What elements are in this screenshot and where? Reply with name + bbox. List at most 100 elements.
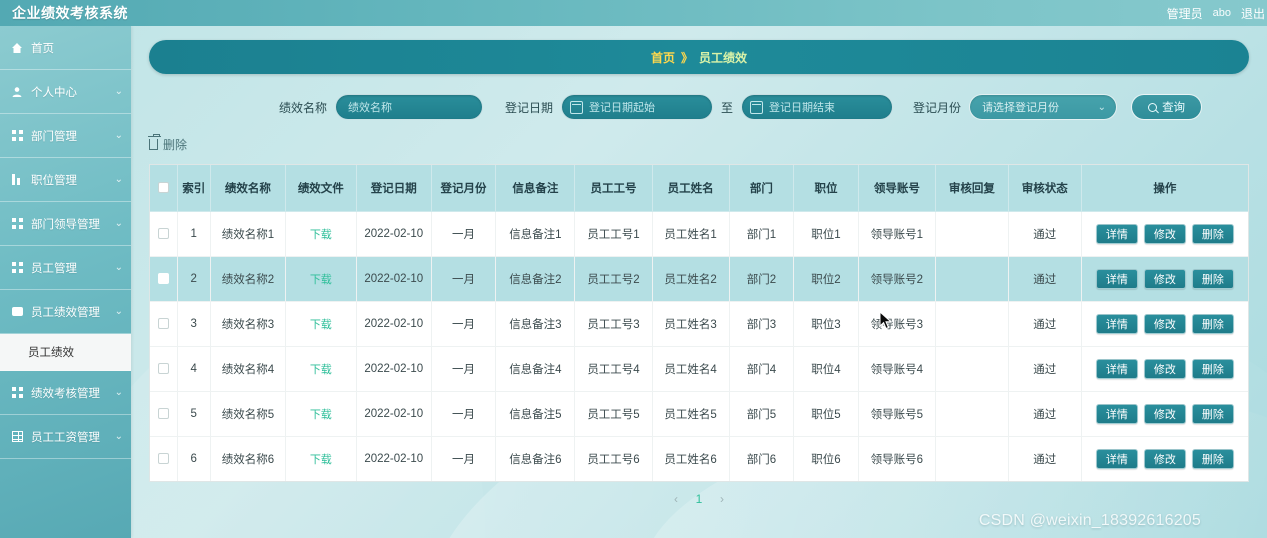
performance-file-cell[interactable]: 下载 [285,436,357,481]
register-month-cell: 一月 [431,346,497,392]
row-index-value: 4 [190,362,197,375]
row-checkbox[interactable] [157,452,169,464]
row-checkbox[interactable] [157,317,169,329]
table-row[interactable]: 2 绩效名称2 下载 2022-02-10 一月 信息备注2 员工工号2 员工姓名2 部门2 职位… [150,256,1248,302]
download-link[interactable]: 下载 [310,409,332,421]
row-index-cell: 3 [177,301,211,347]
performance-name-input[interactable]: 绩效名称 [335,94,484,120]
register-date-end-input[interactable]: 登记日期结束 [741,94,894,120]
column-header-label: 职位 [814,182,838,195]
row-delete-button[interactable]: 删除 [1191,403,1234,424]
select-all-checkbox[interactable] [157,182,169,194]
table-row[interactable]: 6 绩效名称6 下载 2022-02-10 一月 信息备注6 员工工号6 员工姓名6 部门6 职位… [150,436,1248,481]
column-header-label: 登记月份 [440,182,487,195]
employee-no-cell: 员工工号1 [574,211,653,257]
sidebar-item-4[interactable]: 职位管理 ⌄ [0,158,131,202]
sidebar-item-6[interactable]: 员工管理 ⌄ [0,246,131,290]
register-date-start-input[interactable]: 登记日期起始 [561,94,714,120]
row-edit-button[interactable]: 修改 [1143,268,1186,289]
department-cell: 部门2 [729,256,795,302]
row-edit-button[interactable]: 修改 [1143,223,1186,244]
table-row[interactable]: 1 绩效名称1 下载 2022-02-10 一月 信息备注1 员工工号1 员工姓名1 部门1 职位… [150,211,1248,257]
table-row[interactable]: 5 绩效名称5 下载 2022-02-10 一月 信息备注5 员工工号5 员工姓名5 部门5 职位… [150,391,1248,437]
row-detail-button[interactable]: 详情 [1095,403,1138,424]
performance-name-cell: 绩效名称3 [210,301,286,347]
row-detail-button[interactable]: 详情 [1095,223,1138,244]
position-cell: 职位2 [793,256,859,302]
column-header-label: 领导账号 [873,182,920,195]
download-link[interactable]: 下载 [310,229,332,241]
register-date-value: 2022-02-10 [364,317,424,330]
row-detail-button[interactable]: 详情 [1095,268,1138,289]
department-cell: 部门3 [729,301,795,347]
row-detail-button[interactable]: 详情 [1095,448,1138,469]
performance-file-cell[interactable]: 下载 [285,391,357,437]
download-link[interactable]: 下载 [310,364,332,376]
performance-file-cell[interactable]: 下载 [285,211,357,257]
breadcrumb-home[interactable]: 首页 [651,49,675,66]
row-delete-button[interactable]: 删除 [1191,358,1234,379]
performance-file-cell[interactable]: 下载 [285,301,357,347]
row-select-cell[interactable] [150,391,178,437]
user-role-label: 管理员 [1166,6,1203,21]
audit-status-value: 通过 [1033,273,1057,286]
pagination-prev-button[interactable]: ‹ [674,492,678,506]
register-date-end-placeholder: 登记日期结束 [769,102,836,114]
column-header-label: 绩效文件 [297,182,344,195]
row-checkbox[interactable] [157,227,169,239]
table-row[interactable]: 3 绩效名称3 下载 2022-02-10 一月 信息备注3 员工工号3 员工姓名3 部门3 职位… [150,301,1248,347]
performance-name-value: 绩效名称4 [221,363,275,376]
logout-button[interactable]: 退出 [1241,5,1265,22]
row-select-cell[interactable] [150,256,178,302]
performance-name-placeholder: 绩效名称 [348,102,393,114]
download-link[interactable]: 下载 [310,274,332,286]
select-all-header[interactable] [150,165,178,212]
sidebar-item-1[interactable]: 首页 [0,26,131,70]
row-detail-button[interactable]: 详情 [1095,313,1138,334]
column-header-label: 索引 [182,182,206,195]
download-link[interactable]: 下载 [310,454,332,466]
performance-file-cell[interactable]: 下载 [285,346,357,392]
row-delete-button[interactable]: 删除 [1191,313,1234,334]
pagination-next-button[interactable]: › [720,492,724,506]
row-checkbox[interactable] [157,407,169,419]
download-link[interactable]: 下载 [310,319,332,331]
row-detail-button[interactable]: 详情 [1095,358,1138,379]
leader-account-cell: 领导账号1 [858,211,936,257]
register-date-cell: 2022-02-10 [356,256,432,302]
row-edit-button[interactable]: 修改 [1143,313,1186,334]
row-delete-button[interactable]: 删除 [1191,223,1234,244]
performance-name-value: 绩效名称6 [221,453,275,466]
row-index-cell: 1 [177,211,211,257]
row-edit-button[interactable]: 修改 [1143,448,1186,469]
bulk-delete-button[interactable]: 删除 [148,133,187,153]
row-select-cell[interactable] [150,301,178,347]
row-action-buttons: 详情 修改 删除 [1084,313,1246,334]
row-delete-button[interactable]: 删除 [1191,268,1234,289]
row-select-cell[interactable] [150,436,178,481]
sidebar-item-2[interactable]: 个人中心 ⌄ [0,70,131,114]
sidebar-item-5[interactable]: 部门领导管理 ⌄ [0,202,131,246]
row-edit-button[interactable]: 修改 [1143,358,1186,379]
sidebar-item-3[interactable]: 部门管理 ⌄ [0,114,131,158]
row-checkbox[interactable] [157,362,169,374]
row-select-cell[interactable] [150,211,178,257]
row-checkbox[interactable] [157,272,169,284]
pagination-page-1[interactable]: 1 [692,492,706,506]
table-row[interactable]: 4 绩效名称4 下载 2022-02-10 一月 信息备注4 员工工号4 员工姓名4 部门4 职位… [150,346,1248,392]
sidebar-item-9[interactable]: 员工工资管理 ⌄ [0,415,131,459]
search-button[interactable]: 查询 [1131,94,1203,120]
register-date-start-placeholder: 登记日期起始 [589,102,656,114]
date-range-separator: 至 [721,100,734,115]
sidebar-submenu-item-employee-performance[interactable]: 员工绩效 [0,334,131,371]
leader-account-value: 领导账号2 [870,273,924,286]
row-select-cell[interactable] [150,346,178,392]
row-edit-button[interactable]: 修改 [1143,403,1186,424]
register-month-select[interactable]: 请选择登记月份 ⌄ [969,94,1118,120]
row-delete-button[interactable]: 删除 [1191,448,1234,469]
sidebar-item-8[interactable]: 绩效考核管理 ⌄ [0,371,131,415]
row-action-buttons: 详情 修改 删除 [1084,223,1246,244]
register-month-cell: 一月 [431,436,497,481]
sidebar-item-7[interactable]: 员工绩效管理 ⌄ [0,290,131,334]
performance-file-cell[interactable]: 下载 [285,256,357,302]
